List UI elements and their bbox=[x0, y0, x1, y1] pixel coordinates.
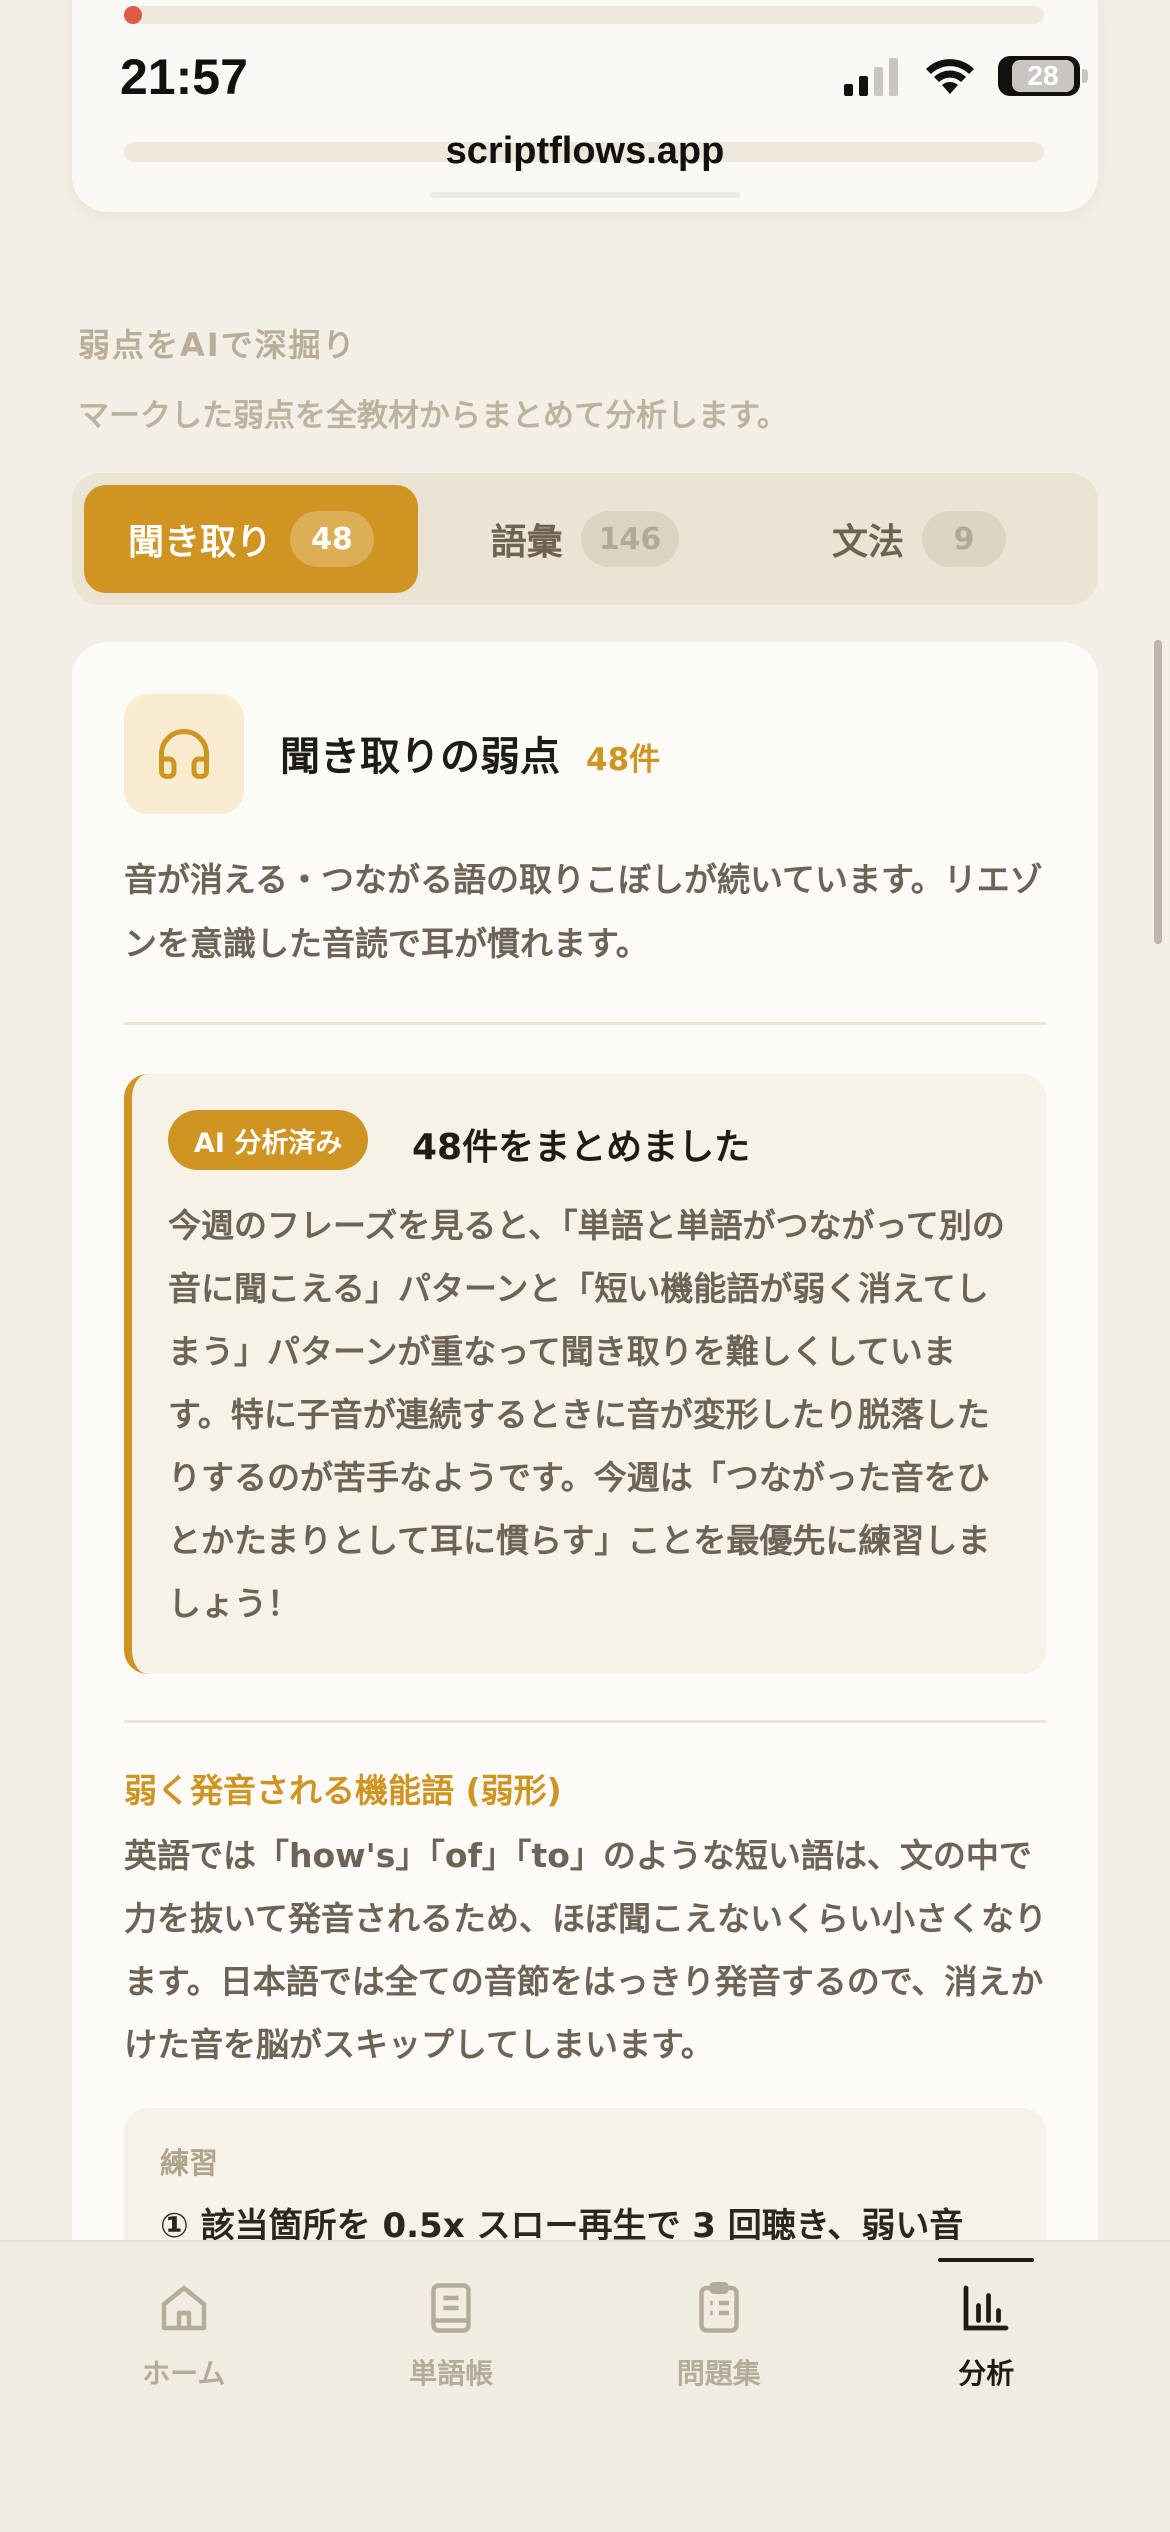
url-bar[interactable]: scriptflows.app bbox=[0, 130, 1170, 173]
tab-count: 9 bbox=[922, 511, 1006, 567]
section-subtitle: マークした弱点を全教材からまとめて分析します。 bbox=[78, 398, 788, 434]
ai-analysis-box: AI 分析済み 48件をまとめました 今週のフレーズを見ると、「単語と単語がつな… bbox=[124, 1074, 1046, 1674]
subsection-heading: 弱く発音される機能語 (弱形) bbox=[124, 1771, 562, 1810]
status-icons: 28 bbox=[842, 56, 1088, 96]
bar-chart-icon bbox=[963, 2285, 1009, 2331]
battery-icon: 28 bbox=[998, 56, 1088, 96]
nav-home[interactable]: ホーム bbox=[50, 2242, 318, 2532]
scrollbar[interactable] bbox=[1154, 640, 1162, 944]
subsection-body: 英語では「how's」「of」「to」のような短い語は、文の中で力を抜いて発音さ… bbox=[124, 1836, 1048, 2064]
nav-problems[interactable]: 問題集 bbox=[585, 2242, 853, 2532]
nav-wordbook[interactable]: 単語帳 bbox=[318, 2242, 586, 2532]
bottom-tab-bar: ホーム 単語帳 問題集 分析 bbox=[0, 2240, 1170, 2532]
tab-label: 聞き取り bbox=[127, 522, 272, 563]
wifi-icon bbox=[926, 59, 974, 94]
tab-grammar[interactable]: 文法 9 bbox=[752, 485, 1086, 593]
nav-label: 問題集 bbox=[676, 2357, 761, 2390]
home-icon bbox=[161, 2285, 206, 2331]
status-time: 21:57 bbox=[120, 49, 248, 105]
previous-card bbox=[72, 0, 1098, 212]
headphones-icon bbox=[159, 729, 209, 779]
book-icon bbox=[431, 2283, 471, 2333]
tab-label: 文法 bbox=[831, 522, 904, 563]
section-title: 弱点をAIで深掘り bbox=[78, 326, 357, 364]
card-icon-box bbox=[124, 694, 244, 814]
tab-count: 146 bbox=[580, 511, 680, 567]
practice-label: 練習 bbox=[160, 2146, 219, 2180]
nav-label: 分析 bbox=[958, 2357, 1015, 2390]
signal-icon bbox=[844, 58, 898, 96]
nav-analysis[interactable]: 分析 bbox=[853, 2242, 1121, 2532]
category-tabs: 聞き取り 48 語彙 146 文法 9 bbox=[72, 473, 1098, 605]
tab-label: 語彙 bbox=[490, 522, 563, 563]
url-underline bbox=[430, 192, 740, 198]
card-description: 音が消える・つながる語の取りこぼしが続いています。リエゾンを意識した音読で耳が慣… bbox=[124, 860, 1043, 963]
nav-label: 単語帳 bbox=[409, 2357, 494, 2390]
card-title: 聞き取りの弱点 bbox=[280, 734, 560, 780]
nav-label: ホーム bbox=[142, 2357, 226, 2390]
card-count: 48件 bbox=[586, 742, 661, 778]
tab-count: 48 bbox=[290, 511, 374, 567]
screen: 21:57 28 scriptflows.app 弱点をAIで深掘り マークした… bbox=[0, 0, 1170, 2532]
divider bbox=[124, 1022, 1046, 1025]
progress-track bbox=[124, 6, 1044, 24]
ai-title: 48件をまとめました bbox=[412, 1127, 751, 1168]
progress-indicator bbox=[124, 6, 142, 24]
ai-body: 今週のフレーズを見ると、「単語と単語がつながって別の音に聞こえる」パターンと「短… bbox=[168, 1206, 1005, 1623]
clipboard-icon bbox=[699, 2282, 739, 2333]
divider bbox=[124, 1720, 1046, 1723]
battery-level: 28 bbox=[1012, 60, 1074, 92]
tab-listening[interactable]: 聞き取り 48 bbox=[84, 485, 418, 593]
tab-vocabulary[interactable]: 語彙 146 bbox=[418, 485, 752, 593]
ai-badge: AI 分析済み bbox=[168, 1110, 369, 1170]
